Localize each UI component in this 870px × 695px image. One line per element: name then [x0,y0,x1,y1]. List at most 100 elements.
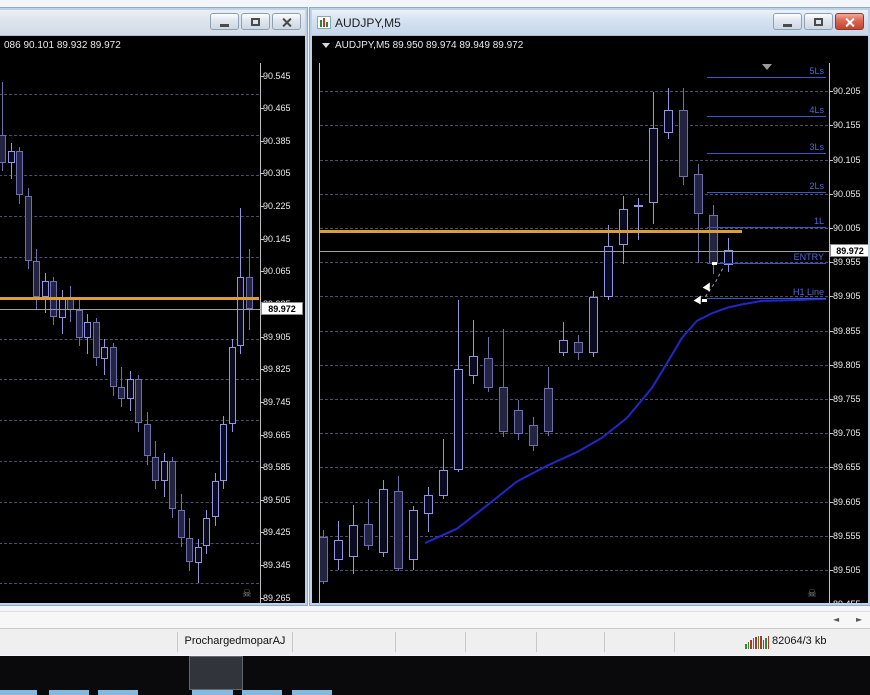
maximize-icon [251,18,260,26]
taskbar: GALANT ✂ [0,656,870,695]
price-axis-label: 89.585 [263,462,291,472]
price-axis-label: 89.555 [833,531,861,541]
price-axis-label: 90.305 [263,168,291,178]
price-axis-label: 90.205 [833,86,861,96]
candle-body [42,281,49,297]
candle [203,510,210,554]
traffic-histogram-icon [745,636,769,649]
chart-tab-strip: ◄ ► [0,611,870,628]
candle [161,453,168,497]
candle-body [229,347,236,424]
grid-line [0,94,259,95]
candle-body [144,424,151,456]
grid-line [0,339,259,340]
candle [67,286,74,322]
chart-info-line[interactable]: AUDJPY,M5 89.950 89.974 89.949 89.972 [322,40,523,51]
entry-annotation-line [701,265,725,302]
traffic-bar [752,638,754,649]
candle [186,518,193,571]
candle-body [135,379,142,423]
candle [195,539,202,583]
traffic-bar [760,636,762,649]
price-axis-label: 89.605 [833,497,861,507]
candle [178,494,185,547]
candle [33,249,40,310]
running-app-indicator [98,690,138,695]
candle [118,367,125,407]
divider [674,632,675,652]
account-name: ProchargedmoparAJ [184,635,286,647]
running-app-indicator [292,690,332,695]
price-axis-label: 90.065 [263,266,291,276]
maximize-button[interactable] [241,13,270,30]
bid-price-line [0,309,260,310]
right-chart-area[interactable]: AUDJPY,M5 89.950 89.974 89.949 89.972 5L… [312,36,868,603]
candle [144,412,151,465]
price-axis-label: 89.455 [833,599,861,603]
window-title: AUDJPY,M5 [335,15,401,30]
right-window-titlebar[interactable]: AUDJPY,M5 [312,10,868,36]
tab-scroll-right-icon[interactable]: ► [856,615,862,624]
price-axis-label: 89.265 [263,593,291,603]
price-axis-label: 90.155 [833,120,861,130]
running-app-indicator [192,690,233,695]
candle [152,441,159,489]
candle [135,375,142,432]
candle [220,416,227,489]
grid-line [0,543,259,544]
price-axis-label: 90.145 [263,234,291,244]
candle-body [33,261,40,297]
ohlc-expand-icon [322,43,330,48]
candle [229,339,236,432]
grid-line [0,175,259,176]
price-axis-label: 89.755 [833,394,861,404]
active-app-highlight [189,656,243,690]
candle-body [110,347,117,387]
selection-handle [712,262,717,265]
tab-scroll-left-icon[interactable]: ◄ [833,615,839,624]
traffic-bar [755,637,757,649]
candle-body [101,347,108,359]
chart-shift-marker-icon [762,64,772,70]
price-axis-label: 89.905 [263,332,291,342]
left-chart-area[interactable]: 086 90.101 89.932 89.972 90.545 90.465 90.… [0,36,305,603]
candle [76,298,83,346]
price-axis-label: 89.665 [263,430,291,440]
traffic-bar [767,636,769,649]
candle [42,273,49,313]
ohlc-readout: AUDJPY,M5 89.950 89.974 89.949 89.972 [335,40,524,51]
price-axis-label: 90.005 [833,223,861,233]
price-axis-label: 90.465 [263,103,291,113]
candle-body [186,538,193,562]
candle-body [212,481,219,517]
left-window-titlebar[interactable] [0,10,305,36]
chart-info-line: 086 90.101 89.932 89.972 [4,40,121,51]
candle [93,318,100,366]
price-axis-label: 89.655 [833,462,861,472]
ohlc-readout: 086 90.101 89.932 89.972 [4,40,121,51]
grid-line [0,502,259,503]
close-button[interactable] [835,13,864,30]
price-axis-label: 90.225 [263,201,291,211]
candle [84,314,91,354]
price-axis-label: 89.805 [833,360,861,370]
minimize-button[interactable] [210,13,239,30]
candle-body [118,387,125,399]
candle-body [93,322,100,358]
candle-body [178,510,185,538]
ea-logo-icon: ☠ [242,587,252,600]
grid-line [0,216,259,217]
candle-body [59,298,66,318]
traffic-counter: 82064/3 kb [772,635,827,647]
close-button[interactable] [272,13,301,30]
traffic-bar [747,642,749,649]
candle-body [237,277,244,346]
price-axis-label: 90.545 [263,71,291,81]
price-axis-label: 89.705 [833,428,861,438]
minimize-button[interactable] [773,13,802,30]
traffic-bar [762,640,764,649]
price-axis-label: 90.055 [833,189,861,199]
maximize-button[interactable] [804,13,833,30]
candle-body [246,277,253,309]
running-app-indicator [49,690,89,695]
